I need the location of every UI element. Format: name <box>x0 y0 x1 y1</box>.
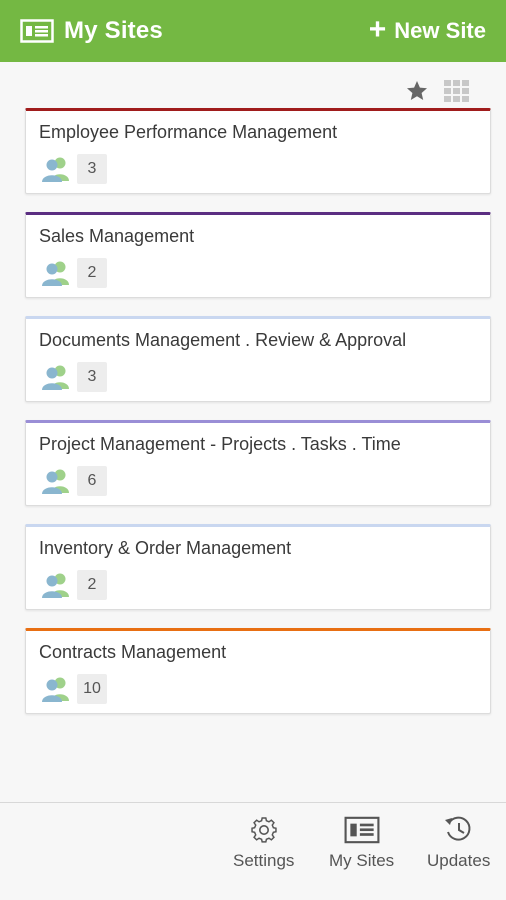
member-count: 2 <box>77 570 107 600</box>
users-icon <box>42 573 69 598</box>
gear-icon <box>251 817 277 843</box>
sites-icon <box>344 816 380 844</box>
view-toggle <box>404 78 470 104</box>
new-site-label: New Site <box>394 18 486 43</box>
site-members: 2 <box>41 258 107 288</box>
member-count: 3 <box>77 362 107 392</box>
site-name: Employee Performance Management <box>39 122 338 142</box>
history-icon <box>444 816 471 841</box>
site-card[interactable]: Contracts Management 10 <box>25 628 491 714</box>
nav-my-sites[interactable]: My Sites <box>329 815 394 871</box>
site-members: 3 <box>41 154 107 184</box>
site-members: 6 <box>41 466 107 496</box>
nav-updates[interactable]: Updates <box>427 815 490 871</box>
star-icon <box>407 81 427 100</box>
grid-icon <box>444 80 469 102</box>
site-card[interactable]: Inventory & Order Management 2 <box>25 524 491 610</box>
site-members: 3 <box>41 362 107 392</box>
nav-settings[interactable]: Settings <box>233 815 294 871</box>
grid-view-toggle[interactable] <box>444 78 470 104</box>
nav-my-sites-label: My Sites <box>329 851 395 870</box>
users-icon <box>42 261 69 286</box>
site-card[interactable]: Project Management - Projects . Tasks . … <box>25 420 491 506</box>
site-list: Employee Performance Management 3 Sales … <box>25 108 491 732</box>
favorites-toggle[interactable] <box>404 78 430 104</box>
site-card[interactable]: Sales Management 2 <box>25 212 491 298</box>
bottom-nav: Settings My Sites Updates <box>0 802 506 900</box>
member-count: 10 <box>77 674 107 704</box>
nav-settings-label: Settings <box>233 851 295 870</box>
plus-icon: + <box>368 13 387 46</box>
member-count: 2 <box>77 258 107 288</box>
brand: My Sites <box>20 17 163 45</box>
site-card[interactable]: Employee Performance Management 3 <box>25 108 491 194</box>
member-count: 6 <box>77 466 107 496</box>
site-name: Sales Management <box>39 226 195 246</box>
users-icon <box>42 365 69 390</box>
site-name: Documents Management . Review & Approval <box>39 330 407 350</box>
site-name: Project Management - Projects . Tasks . … <box>39 434 401 454</box>
sites-icon <box>20 19 54 43</box>
site-members: 2 <box>41 570 107 600</box>
new-site-button[interactable]: + New Site <box>368 13 486 46</box>
top-app-bar: My Sites + New Site <box>0 0 506 62</box>
site-name: Contracts Management <box>39 642 227 662</box>
users-icon <box>42 157 69 182</box>
nav-updates-label: Updates <box>427 851 491 870</box>
site-card[interactable]: Documents Management . Review & Approval… <box>25 316 491 402</box>
site-members: 10 <box>41 674 107 704</box>
member-count: 3 <box>77 154 107 184</box>
page-title: My Sites <box>64 17 163 44</box>
site-name: Inventory & Order Management <box>39 538 292 558</box>
users-icon <box>42 677 69 702</box>
users-icon <box>42 469 69 494</box>
